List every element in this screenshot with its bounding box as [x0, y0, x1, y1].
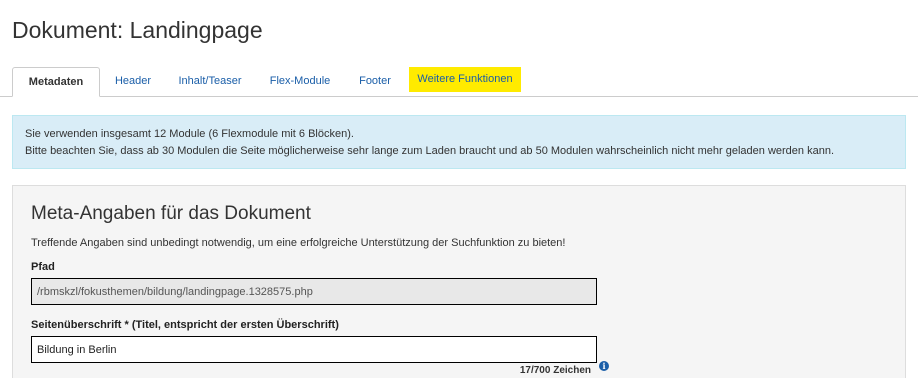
page: Dokument: Landingpage Metadaten Header I…: [0, 0, 918, 378]
tab-inhalt-teaser[interactable]: Inhalt/Teaser: [168, 67, 252, 96]
tab-bar: Metadaten Header Inhalt/Teaser Flex-Modu…: [0, 67, 918, 97]
heading-label: Seitenüberschrift * (Titel, entspricht d…: [31, 319, 339, 331]
meta-panel-description: Treffende Angaben sind unbedingt notwend…: [31, 237, 566, 249]
info-alert-line-warning: Bitte beachten Sie, dass ab 30 Modulen d…: [25, 145, 835, 157]
path-field[interactable]: [31, 278, 597, 305]
heading-char-count: 17/700 Zeichen: [519, 365, 591, 376]
meta-panel: Meta-Angaben für das Dokument Treffende …: [12, 185, 906, 378]
tab-footer[interactable]: Footer: [348, 67, 402, 96]
path-label: Pfad: [31, 261, 55, 273]
info-alert: Sie verwenden insgesamt 12 Module (6 Fle…: [12, 115, 906, 169]
info-icon[interactable]: i: [599, 361, 609, 371]
meta-panel-title: Meta-Angaben für das Dokument: [31, 203, 311, 224]
tab-weitere-funktionen[interactable]: Weitere Funktionen: [409, 67, 521, 92]
tab-flex-module[interactable]: Flex-Module: [260, 67, 340, 96]
info-alert-line-modules: Sie verwenden insgesamt 12 Module (6 Fle…: [25, 128, 354, 140]
page-title: Dokument: Landingpage: [12, 17, 263, 43]
heading-field[interactable]: [31, 336, 597, 363]
tab-header[interactable]: Header: [106, 67, 160, 96]
tab-metadaten[interactable]: Metadaten: [12, 67, 100, 97]
